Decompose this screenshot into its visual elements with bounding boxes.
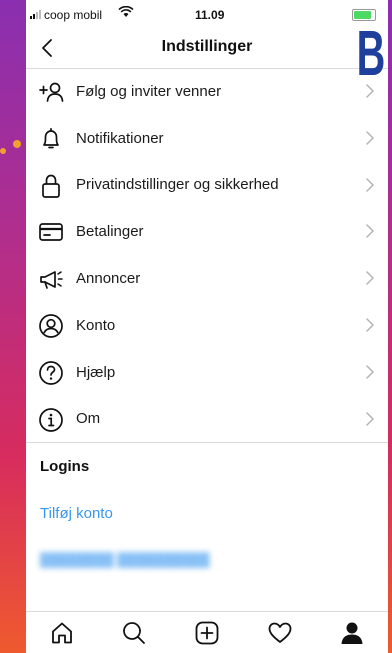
profile-icon <box>341 622 363 644</box>
chevron-right-icon <box>366 131 374 145</box>
menu-label: Følg og inviter venner <box>76 82 222 100</box>
menu-label: Konto <box>76 316 116 334</box>
info-icon <box>38 407 64 433</box>
carrier-name: coop mobil <box>44 8 103 22</box>
chevron-right-icon <box>366 318 374 332</box>
tab-activity[interactable] <box>244 612 316 653</box>
section-divider <box>26 442 388 443</box>
search-icon <box>123 622 145 644</box>
menu-item-account[interactable]: Konto <box>26 302 388 349</box>
home-icon <box>52 622 72 644</box>
credit-card-icon <box>38 219 64 245</box>
phone-screen: coop mobil 11.09 Indstillinger Følg og i… <box>26 0 388 653</box>
signal-icon <box>30 10 41 19</box>
chevron-right-icon <box>366 224 374 239</box>
menu-item-help[interactable]: Hjælp <box>26 349 388 396</box>
menu-item-payments[interactable]: Betalinger <box>26 208 388 255</box>
orange-dot <box>0 148 6 154</box>
tab-profile[interactable] <box>316 612 388 653</box>
blurred-logout-link[interactable]: ████████ ██████████ <box>40 552 209 567</box>
chevron-right-icon <box>366 365 374 379</box>
tab-bar <box>26 611 388 653</box>
chevron-right-icon <box>366 411 374 426</box>
lock-icon <box>38 173 64 199</box>
status-bar: coop mobil 11.09 <box>26 0 388 28</box>
status-time: 11.09 <box>195 8 225 22</box>
menu-label: Hjælp <box>76 363 116 381</box>
menu-label: Annoncer <box>76 270 141 288</box>
activity-heart-icon <box>268 622 292 643</box>
menu-label: Betalinger <box>76 223 144 241</box>
wifi-icon <box>118 5 134 21</box>
tab-home[interactable] <box>26 612 98 653</box>
add-person-icon <box>38 79 64 105</box>
menu-item-ads[interactable]: Annoncer <box>26 255 388 302</box>
settings-menu: Følg og inviter venner Notifikationer Pr… <box>26 68 388 442</box>
menu-label: Privatindstillinger og sikkerhed <box>76 176 279 194</box>
logo-badge: B <box>356 17 386 89</box>
new-post-icon <box>195 621 219 645</box>
tab-new-post[interactable] <box>171 612 243 653</box>
menu-item-notifications[interactable]: Notifikationer <box>26 115 388 162</box>
help-icon <box>38 360 64 386</box>
account-icon <box>38 313 64 339</box>
orange-dot <box>13 140 21 148</box>
menu-item-follow-invite[interactable]: Følg og inviter venner <box>26 68 388 115</box>
menu-label: Notifikationer <box>76 129 164 147</box>
menu-item-about[interactable]: Om <box>26 396 388 443</box>
bell-icon <box>38 126 64 152</box>
chevron-right-icon <box>366 177 374 192</box>
menu-label: Om <box>76 410 101 428</box>
add-account-link[interactable]: Tilføj konto <box>40 505 113 522</box>
logins-heading: Logins <box>40 458 90 475</box>
navigation-bar: Indstillinger <box>26 28 388 69</box>
megaphone-icon <box>38 266 64 292</box>
page-title: Indstillinger <box>161 38 253 55</box>
menu-item-privacy-security[interactable]: Privatindstillinger og sikkerhed <box>26 162 388 209</box>
chevron-right-icon <box>366 271 374 285</box>
tab-search[interactable] <box>98 612 170 653</box>
